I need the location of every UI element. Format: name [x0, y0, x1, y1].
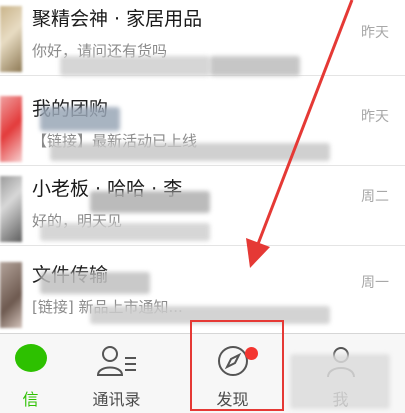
privacy-mosaic — [40, 272, 150, 294]
chat-time: 周二 — [361, 189, 389, 205]
chat-time: 昨天 — [361, 109, 389, 125]
bottom-tab-bar: 信 通讯录 发现 我 — [0, 333, 405, 413]
privacy-mosaic — [90, 306, 330, 324]
tab-contacts[interactable]: 通讯录 — [66, 334, 167, 413]
tab-contacts-label: 通讯录 — [92, 390, 141, 409]
avatar — [0, 176, 22, 242]
chat-time: 周一 — [361, 275, 389, 291]
tab-me[interactable]: 我 — [290, 334, 391, 413]
chat-time: 昨天 — [361, 25, 389, 41]
compass-icon — [217, 346, 248, 376]
privacy-mosaic — [60, 56, 210, 76]
privacy-mosaic — [40, 223, 210, 241]
avatar — [0, 6, 22, 72]
chat-list: 聚精会神 · 家居用品 你好，请问还有货吗 昨天 我的团购 【链接】最新活动已上… — [0, 0, 405, 333]
privacy-mosaic — [90, 191, 210, 213]
avatar — [0, 96, 22, 162]
avatar — [0, 262, 22, 328]
privacy-mosaic — [40, 107, 120, 131]
chat-title: 聚精会神 · 家居用品 — [32, 8, 203, 30]
tab-discover[interactable]: 发现 — [182, 334, 283, 413]
privacy-mosaic — [290, 354, 390, 409]
privacy-mosaic — [210, 56, 300, 76]
privacy-mosaic — [50, 143, 330, 161]
chat-bubble-icon — [14, 344, 47, 372]
notification-dot — [245, 347, 258, 360]
contacts-icon — [96, 346, 136, 376]
tab-discover-label: 发现 — [216, 390, 249, 409]
